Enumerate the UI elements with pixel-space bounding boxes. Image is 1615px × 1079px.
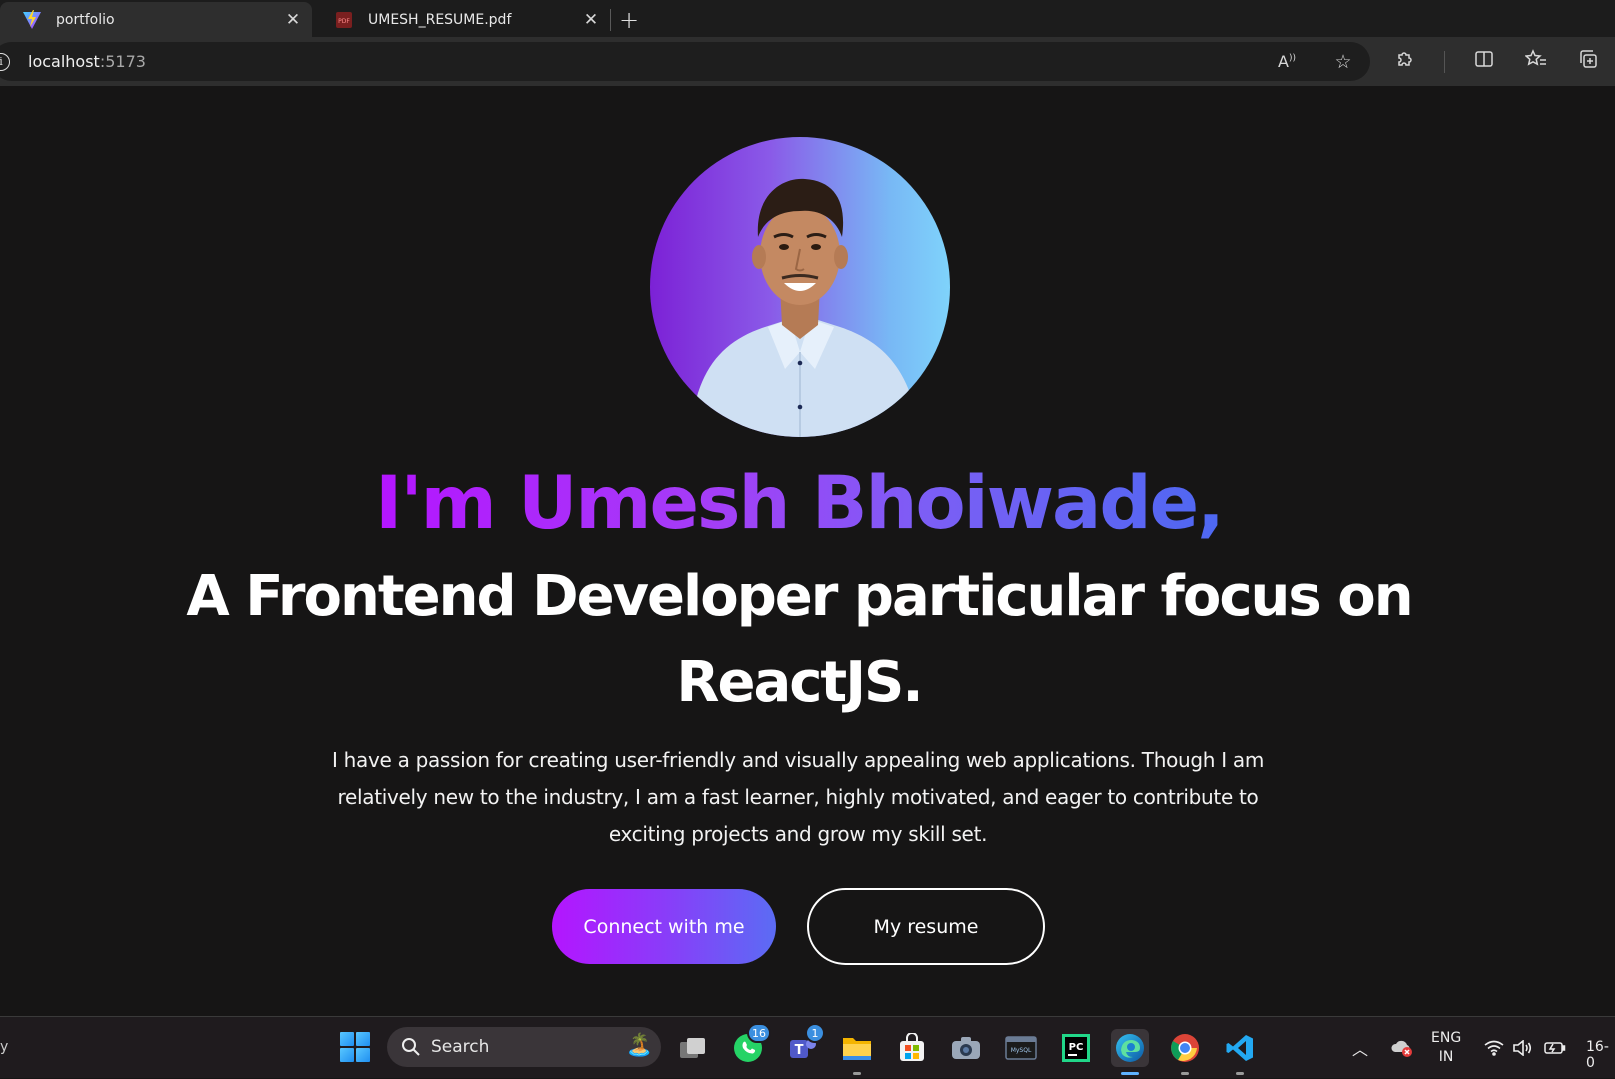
hero-name-text: I'm Umesh Bhoiwade, bbox=[375, 461, 1225, 546]
camera-icon[interactable] bbox=[947, 1029, 985, 1067]
taskbar-left-text: y bbox=[0, 1039, 9, 1055]
favorite-star-icon[interactable]: ☆ bbox=[1330, 51, 1356, 73]
tab-strip: portfolio ✕ PDF UMESH_RESUME.pdf ✕ + bbox=[0, 0, 1615, 37]
connect-with-me-button[interactable]: Connect with me bbox=[552, 889, 776, 964]
hero-heading-role: A Frontend Developer particular focus on… bbox=[0, 554, 1598, 726]
edge-browser-icon[interactable] bbox=[1111, 1029, 1149, 1075]
hero-role-line-1: A Frontend Developer particular focus on bbox=[186, 564, 1413, 629]
volume-icon[interactable] bbox=[1512, 1017, 1532, 1079]
hero-heading-name: I'm Umesh Bhoiwade, bbox=[0, 461, 1598, 546]
hammock-island-icon: 🏝️ bbox=[625, 1033, 653, 1058]
mysql-workbench-icon[interactable]: MySQL bbox=[1002, 1029, 1040, 1067]
taskbar-search[interactable]: Search 🏝️ bbox=[387, 1027, 661, 1067]
tab-resume-pdf[interactable]: PDF UMESH_RESUME.pdf ✕ bbox=[312, 2, 610, 37]
site-info-icon[interactable]: i bbox=[0, 52, 10, 71]
clock-date[interactable]: 16-0 bbox=[1586, 1039, 1615, 1071]
hero-role-line-2: ReactJS. bbox=[676, 650, 923, 715]
pdf-icon: PDF bbox=[334, 10, 354, 30]
wifi-icon[interactable] bbox=[1484, 1017, 1504, 1079]
teams-notification-badge: 1 bbox=[805, 1023, 825, 1043]
windows-start-icon[interactable] bbox=[340, 1032, 370, 1062]
svg-text:PDF: PDF bbox=[338, 18, 350, 25]
task-view-icon[interactable] bbox=[674, 1029, 712, 1067]
running-indicator bbox=[1236, 1072, 1244, 1075]
whatsapp-notification-badge: 16 bbox=[747, 1023, 771, 1043]
onedrive-error-icon[interactable] bbox=[1390, 1017, 1414, 1079]
microsoft-store-icon[interactable] bbox=[893, 1029, 931, 1067]
battery-icon[interactable] bbox=[1544, 1017, 1566, 1079]
svg-text:MySQL: MySQL bbox=[1011, 1047, 1032, 1054]
svg-text:PC: PC bbox=[1069, 1042, 1084, 1053]
region-code: IN bbox=[1438, 1049, 1454, 1065]
collections-icon[interactable] bbox=[1575, 49, 1601, 74]
windows-taskbar: y Search 🏝️ 16 T 1 MySQL PC ︿ ENG IN 16-… bbox=[0, 1016, 1615, 1078]
close-tab-icon[interactable]: ✕ bbox=[278, 10, 308, 30]
url-host: localhost bbox=[28, 52, 100, 71]
vite-logo-icon bbox=[22, 9, 42, 30]
vscode-icon[interactable] bbox=[1221, 1029, 1259, 1075]
portfolio-hero: I'm Umesh Bhoiwade, A Frontend Developer… bbox=[0, 86, 1615, 1016]
show-hidden-icons-chevron-icon[interactable]: ︿ bbox=[1352, 1017, 1368, 1079]
url-port: :5173 bbox=[99, 52, 146, 71]
tab-title: UMESH_RESUME.pdf bbox=[368, 11, 512, 28]
svg-text:T: T bbox=[795, 1043, 804, 1058]
profile-photo bbox=[650, 137, 950, 437]
chrome-icon[interactable] bbox=[1166, 1029, 1204, 1075]
tab-portfolio[interactable]: portfolio ✕ bbox=[0, 2, 312, 37]
teams-icon[interactable]: T 1 bbox=[783, 1023, 825, 1067]
my-resume-button[interactable]: My resume bbox=[807, 888, 1045, 965]
language-code: ENG bbox=[1431, 1030, 1462, 1046]
search-label: Search bbox=[431, 1037, 490, 1057]
active-indicator bbox=[1121, 1072, 1139, 1075]
favorites-icon[interactable] bbox=[1523, 49, 1549, 74]
tab-title: portfolio bbox=[56, 11, 115, 28]
hero-description: I have a passion for creating user-frien… bbox=[331, 748, 1265, 846]
running-indicator bbox=[853, 1072, 861, 1075]
address-bar[interactable]: i localhost:5173 A)) ☆ bbox=[0, 42, 1370, 81]
read-aloud-icon[interactable]: A)) bbox=[1274, 52, 1300, 71]
close-tab-icon[interactable]: ✕ bbox=[576, 10, 606, 30]
split-screen-icon[interactable] bbox=[1471, 49, 1497, 74]
browser-toolbar: i localhost:5173 A)) ☆ bbox=[0, 37, 1615, 86]
search-icon bbox=[402, 1038, 420, 1056]
extensions-icon[interactable] bbox=[1392, 49, 1418, 74]
running-indicator bbox=[1181, 1072, 1189, 1075]
whatsapp-icon[interactable]: 16 bbox=[729, 1023, 771, 1067]
url-text[interactable]: localhost:5173 bbox=[28, 52, 146, 71]
file-explorer-icon[interactable] bbox=[838, 1029, 876, 1075]
language-indicator[interactable]: ENG IN bbox=[1431, 1029, 1461, 1067]
new-tab-button[interactable]: + bbox=[611, 2, 647, 37]
toolbar-divider bbox=[1444, 50, 1445, 73]
pycharm-icon[interactable]: PC bbox=[1057, 1029, 1095, 1067]
